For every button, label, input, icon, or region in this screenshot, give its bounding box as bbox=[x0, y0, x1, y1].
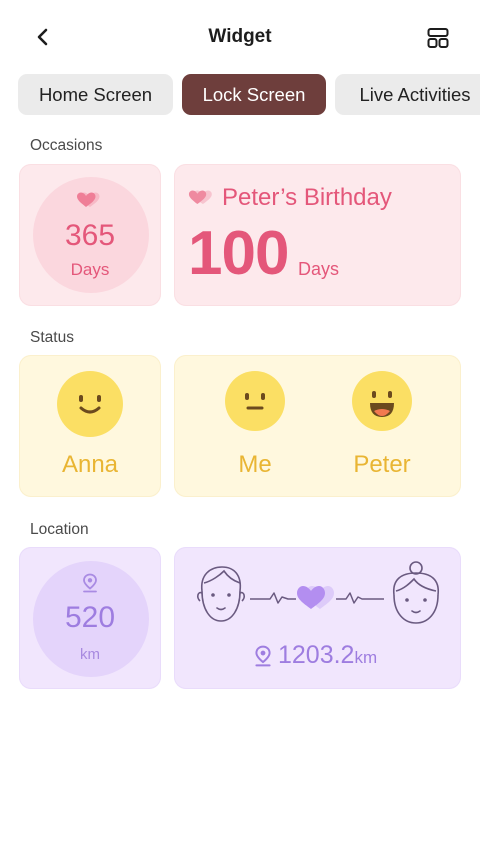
location-pin-icon bbox=[83, 573, 97, 593]
location-large-widget[interactable]: 1203.2 km bbox=[174, 547, 461, 689]
occasion-name: Peter’s Birthday bbox=[222, 184, 392, 211]
hearts-icon bbox=[77, 192, 100, 207]
occasions-large-widget[interactable]: Peter’s Birthday 100 Days bbox=[174, 164, 461, 306]
tab-label: Live Activities bbox=[359, 83, 471, 105]
person-name-me: Me bbox=[238, 451, 272, 478]
hearts-icon bbox=[188, 190, 212, 205]
layout-grid-icon bbox=[427, 28, 449, 48]
grin-face-icon bbox=[352, 371, 412, 431]
days-unit: Days bbox=[298, 259, 340, 279]
person-name-peter: Peter bbox=[353, 451, 411, 478]
person-name: Anna bbox=[61, 451, 119, 478]
distance-readout: 1203.2 km bbox=[254, 641, 377, 670]
distance-value: 520 bbox=[64, 601, 116, 634]
neutral-face-icon bbox=[225, 371, 285, 431]
days-count: 100 bbox=[188, 219, 289, 288]
page-title: Widget bbox=[208, 26, 272, 47]
tab-lock-screen[interactable]: Lock Screen bbox=[182, 74, 326, 115]
smile-face-icon bbox=[57, 371, 123, 437]
tab-label: Home Screen bbox=[38, 83, 153, 105]
section-label-occasions: Occasions bbox=[30, 137, 103, 154]
location-pin-icon bbox=[255, 645, 271, 666]
tab-live-activities[interactable]: Live Activities bbox=[335, 74, 480, 115]
tab-label: Lock Screen bbox=[202, 83, 306, 105]
days-count: 365 bbox=[64, 219, 116, 252]
occasions-small-widget[interactable]: 365 Days bbox=[19, 164, 161, 306]
boy-face-icon bbox=[197, 566, 245, 622]
status-large-widget[interactable]: Me Peter bbox=[174, 355, 461, 497]
section-label-status: Status bbox=[30, 329, 74, 346]
tab-home-screen[interactable]: Home Screen bbox=[18, 74, 173, 115]
distance-unit: km bbox=[354, 648, 378, 667]
section-label-location: Location bbox=[30, 521, 89, 538]
top-bar: Widget bbox=[0, 0, 480, 74]
widget-type-tabs: Home Screen Lock Screen Live Activities bbox=[18, 74, 480, 116]
days-unit: Days bbox=[70, 260, 110, 279]
layout-button[interactable] bbox=[426, 26, 450, 50]
distance-value: 1203.2 bbox=[278, 641, 355, 669]
girl-face-icon bbox=[392, 561, 440, 624]
status-small-widget[interactable]: Anna bbox=[19, 355, 161, 497]
location-small-widget[interactable]: 520 km bbox=[19, 547, 161, 689]
distance-unit: km bbox=[80, 646, 100, 663]
heartbeat-line-icon bbox=[250, 586, 384, 609]
